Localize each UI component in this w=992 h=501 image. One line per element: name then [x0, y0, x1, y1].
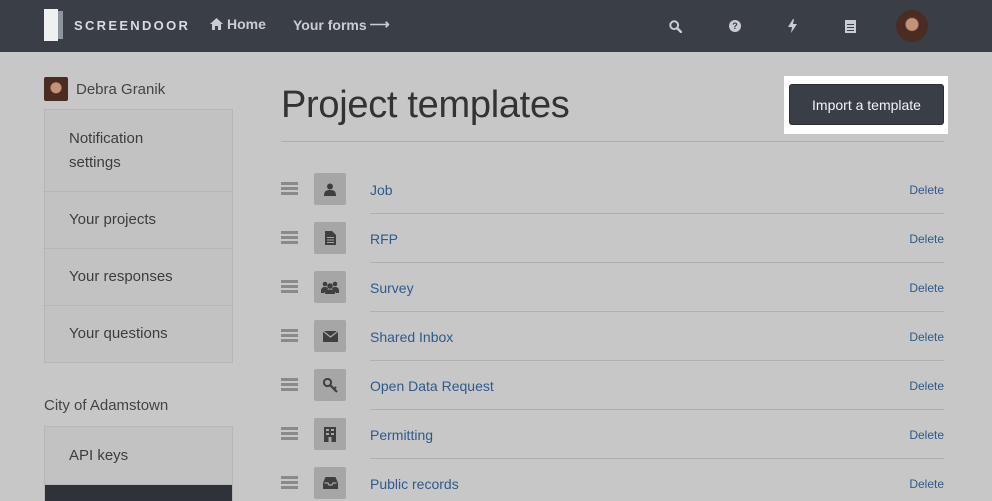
search-icon[interactable] — [664, 15, 686, 37]
nav-home-link[interactable]: Home — [210, 16, 266, 32]
organization-name: City of Adamstown — [44, 397, 169, 414]
template-name-link[interactable]: RFP — [370, 231, 398, 247]
sidebar-item-label: API keys — [69, 446, 129, 464]
template-row: Open Data Request Delete — [281, 361, 944, 410]
sidebar-item-notification-settings[interactable]: Notification settings — [45, 110, 232, 191]
logo-text: SCREENDOOR — [74, 17, 191, 33]
delete-link[interactable]: Delete — [909, 428, 944, 442]
delete-link[interactable]: Delete — [909, 379, 944, 393]
drag-handle-icon[interactable] — [281, 476, 298, 490]
drag-handle-icon[interactable] — [281, 378, 298, 392]
delete-link[interactable]: Delete — [909, 281, 944, 295]
document-icon[interactable] — [839, 15, 861, 37]
template-list: Job Delete RFP Delete Survey Delete Shar… — [281, 165, 944, 501]
drag-handle-icon[interactable] — [281, 329, 298, 343]
template-row: Public records Delete — [281, 459, 944, 501]
arrow-right-icon: ⟶ — [369, 16, 390, 32]
template-row: Permitting Delete — [281, 410, 944, 459]
sidebar-item-your-responses[interactable]: Your responses — [45, 248, 232, 305]
sidebar-item-label: Notification settings — [69, 129, 144, 171]
template-row: Survey Delete — [281, 263, 944, 312]
sidebar-item-active[interactable] — [45, 484, 232, 501]
drag-handle-icon[interactable] — [281, 231, 298, 245]
key-icon — [314, 369, 346, 401]
sidebar-item-api-keys[interactable]: API keys — [45, 427, 232, 484]
delete-link[interactable]: Delete — [909, 183, 944, 197]
template-name-link[interactable]: Shared Inbox — [370, 329, 453, 345]
home-icon — [210, 18, 223, 30]
delete-link[interactable]: Delete — [909, 477, 944, 491]
account-menu: Notification settings Your projects Your… — [44, 109, 233, 363]
template-name-link[interactable]: Survey — [370, 280, 414, 296]
user-avatar[interactable] — [896, 10, 928, 42]
template-name-link[interactable]: Open Data Request — [370, 378, 494, 394]
nav-home-label: Home — [227, 16, 266, 32]
building-icon — [314, 418, 346, 450]
user-icon — [314, 173, 346, 205]
import-template-button[interactable]: Import a template — [789, 84, 944, 125]
nav-forms-label: Your forms — [293, 16, 367, 33]
avatar — [44, 77, 68, 101]
delete-link[interactable]: Delete — [909, 232, 944, 246]
sidebar-item-label: Your projects — [69, 211, 156, 228]
group-icon — [314, 271, 346, 303]
sidebar-user: Debra Granik — [44, 77, 165, 101]
user-name: Debra Granik — [76, 80, 166, 98]
template-row: Job Delete — [281, 165, 944, 214]
screendoor-logo[interactable]: SCREENDOOR — [44, 8, 190, 42]
template-name-link[interactable]: Public records — [370, 476, 459, 492]
top-navbar: SCREENDOOR Home Your forms ⟶ ? — [0, 0, 992, 52]
sidebar-item-label: Your responses — [69, 268, 173, 285]
bolt-icon[interactable] — [781, 15, 803, 37]
sidebar-item-your-projects[interactable]: Your projects — [45, 191, 232, 248]
nav-forms-link[interactable]: Your forms ⟶ — [293, 16, 390, 33]
delete-link[interactable]: Delete — [909, 330, 944, 344]
door-logo-icon — [44, 8, 64, 42]
drag-handle-icon[interactable] — [281, 427, 298, 441]
help-icon[interactable]: ? — [724, 15, 746, 37]
inbox-icon — [314, 467, 346, 499]
envelope-icon — [314, 320, 346, 352]
drag-handle-icon[interactable] — [281, 182, 298, 196]
sidebar-item-your-questions[interactable]: Your questions — [45, 305, 232, 362]
document-icon — [314, 222, 346, 254]
template-row: Shared Inbox Delete — [281, 312, 944, 361]
organization-menu: API keys — [44, 426, 233, 501]
page-title: Project templates — [281, 84, 570, 126]
title-divider — [281, 141, 944, 142]
template-name-link[interactable]: Permitting — [370, 427, 433, 443]
sidebar-item-label: Your questions — [69, 325, 168, 342]
drag-handle-icon[interactable] — [281, 280, 298, 294]
template-name-link[interactable]: Job — [370, 182, 393, 198]
template-row: RFP Delete — [281, 214, 944, 263]
